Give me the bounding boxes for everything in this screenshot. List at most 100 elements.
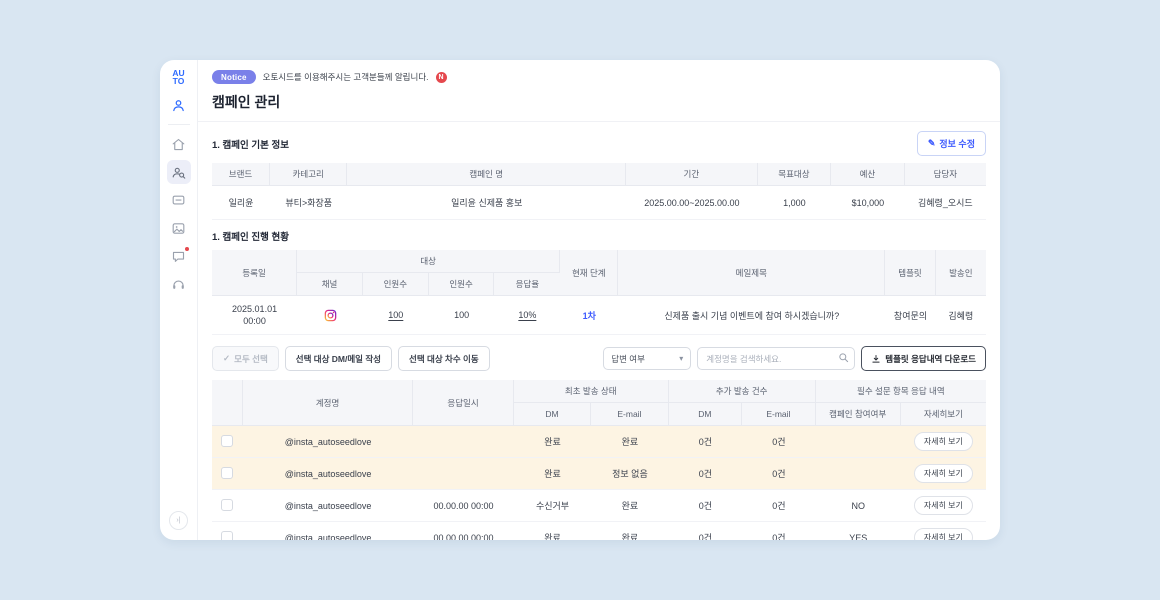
first-dm-status: 완료: [514, 458, 591, 490]
download-responses-label: 템플릿 응답내역 다운로드: [885, 353, 976, 365]
response-time: [413, 458, 514, 490]
sidebar-item-media[interactable]: [167, 216, 191, 240]
row-checkbox[interactable]: [221, 435, 233, 447]
sidebar-item-home[interactable]: [167, 132, 191, 156]
pencil-icon: ✎: [928, 138, 936, 149]
col-mail-subject: 메일제목: [618, 250, 885, 296]
col-extra-send-group: 추가 발송 건수: [669, 380, 816, 403]
page-header: 캠페인 관리: [198, 90, 1000, 122]
col-response-rate: 응답율: [494, 273, 560, 296]
col-budget: 예산: [831, 163, 905, 186]
check-icon: ✓: [223, 353, 230, 364]
row-checkbox[interactable]: [221, 467, 233, 479]
detail-view-button[interactable]: 자세히 보기: [914, 528, 973, 540]
col-count-1: 인원수: [363, 273, 429, 296]
answer-filter-select[interactable]: 답변 여부 ▾: [603, 347, 691, 370]
edit-info-button[interactable]: ✎ 정보 수정: [917, 131, 986, 156]
instagram-icon[interactable]: [324, 309, 337, 322]
app-logo: AU TO: [172, 69, 184, 85]
col-target: 목표대상: [758, 163, 832, 186]
move-stage-button[interactable]: 선택 대상 차수 이동: [398, 346, 490, 371]
sidebar-item-dm[interactable]: [167, 188, 191, 212]
channel-value: [297, 296, 363, 335]
account-row: @insta_autoseedlove 완료 완료 0건 0건 자세히 보기: [212, 426, 986, 458]
count-1-value[interactable]: 100: [363, 296, 429, 335]
campaign-basic-info-table: 브랜드 카테고리 캠페인 명 기간 목표대상 예산 담당자 일리윤 뷰티>화장품…: [212, 163, 986, 220]
reg-date-time: 00:00: [215, 315, 294, 327]
image-icon: [171, 221, 186, 236]
reg-date-value: 2025.01.01 00:00: [212, 296, 297, 335]
account-row: @insta_autoseedlove 완료 정보 없음 0건 0건 자세히 보…: [212, 458, 986, 490]
period-value: 2025.00.00~2025.00.00: [626, 186, 758, 220]
progress-row: 2025.01.01 00:00 100 100 10%: [212, 296, 986, 335]
notification-dot: [185, 247, 189, 251]
extra-email-count: 0건: [742, 522, 816, 540]
search-icon: [838, 352, 849, 363]
detail-view-button[interactable]: 자세히 보기: [914, 464, 973, 483]
collapse-icon: ›|: [176, 517, 180, 524]
col-account: 계정명: [243, 380, 413, 426]
select-all-button[interactable]: ✓ 모두 선택: [212, 346, 279, 371]
notice-bar: Notice 오토시드를 이용해주시는 고객분들께 알립니다. N: [212, 68, 986, 90]
write-dm-mail-button[interactable]: 선택 대상 DM/메일 작성: [285, 346, 392, 371]
extra-email-count: 0건: [742, 490, 816, 522]
category-value: 뷰티>화장품: [270, 186, 347, 220]
template-value: 참여문의: [885, 296, 935, 335]
col-participation: 캠페인 참여여부: [816, 403, 901, 426]
notice-badge: Notice: [212, 70, 256, 84]
response-rate-value[interactable]: 10%: [494, 296, 560, 335]
sidebar-item-profile[interactable]: [167, 93, 191, 117]
section-progress-title: 1. 캠페인 진행 현황: [212, 229, 289, 243]
page-title: 캠페인 관리: [212, 92, 986, 112]
user-icon: [171, 98, 186, 113]
col-template: 템플릿: [885, 250, 935, 296]
participation-value: [816, 426, 901, 458]
notice-text[interactable]: 오토시드를 이용해주시는 고객분들께 알립니다.: [263, 71, 429, 83]
account-name: @insta_autoseedlove: [243, 522, 413, 540]
move-stage-label: 선택 대상 차수 이동: [409, 353, 479, 365]
account-search-input[interactable]: [697, 347, 855, 370]
chat-icon: [171, 249, 186, 264]
col-extra-email: E-mail: [742, 403, 816, 426]
col-first-send-group: 최초 발송 상태: [514, 380, 669, 403]
detail-view-button[interactable]: 자세히 보기: [914, 432, 973, 451]
home-icon: [171, 137, 186, 152]
response-time: [413, 426, 514, 458]
detail-view-button[interactable]: 자세히 보기: [914, 496, 973, 515]
campaign-name-value: 일리윤 신제품 홍보: [347, 186, 626, 220]
brand-value: 일리윤: [212, 186, 270, 220]
reg-date-date: 2025.01.01: [215, 303, 294, 315]
col-count-2: 인원수: [429, 273, 495, 296]
accounts-table: 계정명 응답일시 최초 발송 상태 추가 발송 건수 필수 설문 항목 응답 내…: [212, 380, 986, 540]
chevron-down-icon: ▾: [679, 354, 683, 363]
col-reg-date: 등록일: [212, 250, 297, 296]
sidebar-collapse-button[interactable]: ›|: [169, 511, 188, 530]
extra-dm-count: 0건: [669, 522, 743, 540]
download-responses-button[interactable]: 템플릿 응답내역 다운로드: [861, 346, 986, 371]
col-survey-group: 필수 설문 항목 응답 내역: [816, 380, 986, 403]
edit-info-label: 정보 수정: [939, 137, 975, 150]
first-dm-status: 완료: [514, 426, 591, 458]
first-dm-status: 수신거부: [514, 490, 591, 522]
budget-value: $10,000: [831, 186, 905, 220]
sidebar-item-messages[interactable]: [167, 244, 191, 268]
section-basic-info-header: 1. 캠페인 기본 정보 ✎ 정보 수정: [212, 131, 986, 156]
account-row: @insta_autoseedlove 00.00.00 00:00 수신거부 …: [212, 490, 986, 522]
row-checkbox[interactable]: [221, 499, 233, 511]
count-2-value: 100: [429, 296, 495, 335]
col-first-email: E-mail: [591, 403, 668, 426]
col-stage: 현재 단계: [560, 250, 618, 296]
sidebar-item-support[interactable]: [167, 272, 191, 296]
first-email-status: 완료: [591, 522, 668, 540]
headset-icon: [171, 277, 186, 292]
logo-line-2: TO: [172, 77, 184, 85]
account-name: @insta_autoseedlove: [243, 426, 413, 458]
row-checkbox[interactable]: [221, 531, 233, 540]
basic-info-row: 일리윤 뷰티>화장품 일리윤 신제품 홍보 2025.00.00~2025.00…: [212, 186, 986, 220]
sidebar-divider: [168, 124, 190, 125]
first-email-status: 완료: [591, 490, 668, 522]
col-checkbox: [212, 380, 243, 426]
extra-dm-count: 0건: [669, 490, 743, 522]
sidebar-item-campaigns[interactable]: [167, 160, 191, 184]
answer-filter-value: 답변 여부: [611, 353, 645, 365]
